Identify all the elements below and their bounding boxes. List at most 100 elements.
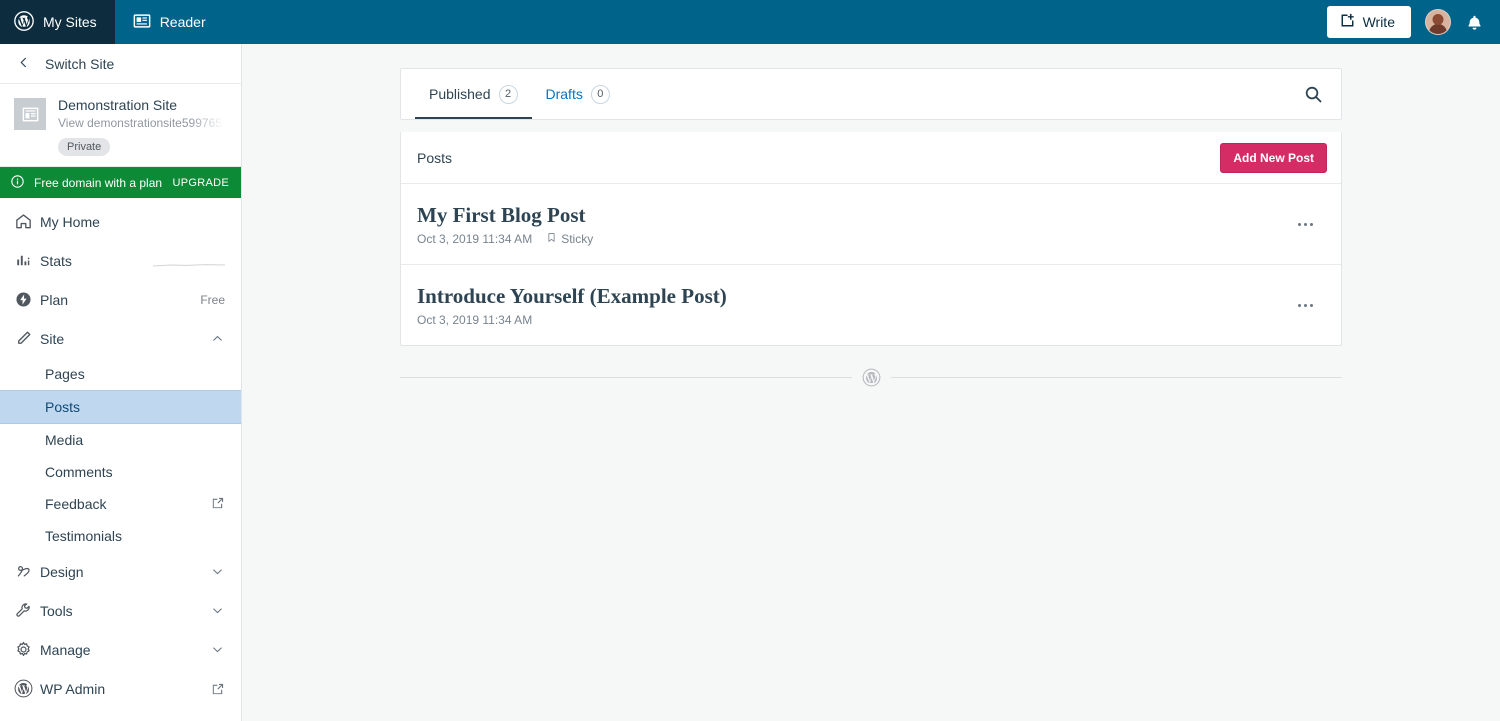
post-sticky-label: Sticky xyxy=(561,232,593,246)
wrench-icon xyxy=(14,601,40,620)
stats-bars-icon xyxy=(14,251,40,270)
tabs-bar: Published 2 Drafts 0 xyxy=(400,68,1342,120)
sidebar-item-plan[interactable]: Plan Free xyxy=(0,280,241,319)
sidebar-item-design-label: Design xyxy=(40,564,210,580)
sidebar-item-manage-label: Manage xyxy=(40,642,210,658)
masterbar-my-sites[interactable]: My Sites xyxy=(0,0,115,44)
ellipsis-icon[interactable] xyxy=(1285,304,1325,307)
notifications-bell-icon[interactable] xyxy=(1465,13,1484,32)
site-url: View demonstrationsite599765121 xyxy=(58,115,227,131)
tab-drafts-count: 0 xyxy=(591,85,610,104)
posts-panel: Posts Add New Post My First Blog Post Oc… xyxy=(400,132,1342,346)
stats-sparkline xyxy=(153,253,225,269)
content-wrapper: Published 2 Drafts 0 Posts Add New Post xyxy=(400,68,1342,387)
table-row[interactable]: My First Blog Post Oct 3, 2019 11:34 AM … xyxy=(401,184,1341,265)
post-info: My First Blog Post Oct 3, 2019 11:34 AM … xyxy=(417,202,1285,246)
sidebar-item-tools[interactable]: Tools xyxy=(0,591,241,630)
tab-published-count: 2 xyxy=(499,85,518,104)
sidebar-item-testimonials-label: Testimonials xyxy=(45,528,225,544)
page-title: Posts xyxy=(417,150,1220,166)
info-circle-icon xyxy=(10,174,25,192)
external-link-icon xyxy=(211,496,225,513)
chevron-down-icon[interactable] xyxy=(210,603,225,618)
masterbar-reader[interactable]: Reader xyxy=(115,0,224,44)
avatar[interactable] xyxy=(1425,9,1451,35)
posts-panel-header: Posts Add New Post xyxy=(401,132,1341,184)
sidebar-item-media-label: Media xyxy=(45,432,225,448)
search-icon[interactable] xyxy=(1285,69,1341,119)
upgrade-banner-text: Free domain with a plan xyxy=(34,176,173,190)
masterbar-right-group: Write xyxy=(1327,0,1500,44)
sidebar-item-comments[interactable]: Comments xyxy=(0,456,241,488)
post-title[interactable]: Introduce Yourself (Example Post) xyxy=(417,283,1285,309)
tab-drafts-label: Drafts xyxy=(546,86,583,102)
sidebar-item-feedback[interactable]: Feedback xyxy=(0,488,241,520)
add-new-post-button[interactable]: Add New Post xyxy=(1220,143,1327,173)
post-meta: Oct 3, 2019 11:34 AM Sticky xyxy=(417,232,1285,246)
sidebar-item-my-home[interactable]: My Home xyxy=(0,202,241,241)
table-row[interactable]: Introduce Yourself (Example Post) Oct 3,… xyxy=(401,265,1341,345)
masterbar: My Sites Reader Write xyxy=(0,0,1500,44)
masterbar-my-sites-label: My Sites xyxy=(43,14,97,30)
bookmark-icon xyxy=(546,232,557,246)
wordpress-dashboard: My Sites Reader Write xyxy=(0,0,1500,721)
sidebar-item-pages-label: Pages xyxy=(45,366,225,382)
divider-line-left xyxy=(400,377,852,378)
sidebar-item-media[interactable]: Media xyxy=(0,424,241,456)
switch-site-label: Switch Site xyxy=(45,56,114,72)
sidebar-item-plan-value: Free xyxy=(200,293,225,307)
tabs-spacer xyxy=(624,69,1285,119)
upgrade-banner-action[interactable]: UPGRADE xyxy=(173,177,230,189)
post-info: Introduce Yourself (Example Post) Oct 3,… xyxy=(417,283,1285,327)
sidebar-item-stats[interactable]: Stats xyxy=(0,241,241,280)
sidebar-item-tools-label: Tools xyxy=(40,603,210,619)
sidebar-item-plan-label: Plan xyxy=(40,292,200,308)
divider-line-right xyxy=(891,377,1343,378)
tab-list: Published 2 Drafts 0 xyxy=(401,69,624,119)
upgrade-banner[interactable]: Free domain with a plan UPGRADE xyxy=(0,167,241,198)
status-badge: Sticky xyxy=(546,232,593,246)
chevron-down-icon[interactable] xyxy=(210,564,225,579)
sidebar-item-pages[interactable]: Pages xyxy=(0,358,241,390)
sidebar-item-feedback-label: Feedback xyxy=(45,496,211,512)
sidebar-item-manage[interactable]: Manage xyxy=(0,630,241,669)
main-content: Published 2 Drafts 0 Posts Add New Post xyxy=(242,44,1500,721)
sidebar: Switch Site Demonstration Site View demo… xyxy=(0,44,242,721)
gear-icon xyxy=(14,640,40,659)
site-meta: Demonstration Site View demonstrationsit… xyxy=(58,96,227,156)
home-icon xyxy=(14,212,40,231)
chevron-down-icon[interactable] xyxy=(210,642,225,657)
post-title[interactable]: My First Blog Post xyxy=(417,202,1285,228)
site-title: Demonstration Site xyxy=(58,96,227,114)
chevron-up-icon[interactable] xyxy=(210,331,225,346)
sidebar-item-stats-label: Stats xyxy=(40,253,153,269)
design-icon xyxy=(14,562,40,581)
ellipsis-icon[interactable] xyxy=(1285,223,1325,226)
chevron-left-icon xyxy=(16,55,31,73)
wordpress-logo-icon xyxy=(14,679,40,698)
write-button[interactable]: Write xyxy=(1327,6,1411,38)
post-date: Oct 3, 2019 11:34 AM xyxy=(417,232,532,246)
sidebar-item-posts[interactable]: Posts xyxy=(0,390,241,424)
site-card[interactable]: Demonstration Site View demonstrationsit… xyxy=(0,84,241,167)
sidebar-item-testimonials[interactable]: Testimonials xyxy=(0,520,241,552)
tab-published-label: Published xyxy=(429,86,491,102)
sidebar-item-posts-label: Posts xyxy=(45,399,225,415)
sidebar-item-design[interactable]: Design xyxy=(0,552,241,591)
tab-drafts[interactable]: Drafts 0 xyxy=(532,69,624,119)
write-pencil-icon xyxy=(1339,12,1356,32)
switch-site-button[interactable]: Switch Site xyxy=(0,44,241,84)
wordpress-logo-icon xyxy=(14,11,34,34)
site-privacy-badge: Private xyxy=(58,138,110,156)
pencil-icon xyxy=(14,329,40,348)
sidebar-menu: My Home Stats Plan Free xyxy=(0,198,241,708)
sidebar-item-my-home-label: My Home xyxy=(40,214,225,230)
tab-published[interactable]: Published 2 xyxy=(415,69,532,119)
write-button-label: Write xyxy=(1363,14,1395,30)
sidebar-item-wp-admin[interactable]: WP Admin xyxy=(0,669,241,708)
list-end-divider xyxy=(400,368,1342,387)
post-meta: Oct 3, 2019 11:34 AM xyxy=(417,313,1285,327)
sidebar-item-site[interactable]: Site xyxy=(0,319,241,358)
wordpress-logo-icon xyxy=(852,368,891,387)
site-thumbnail-icon xyxy=(14,98,46,130)
